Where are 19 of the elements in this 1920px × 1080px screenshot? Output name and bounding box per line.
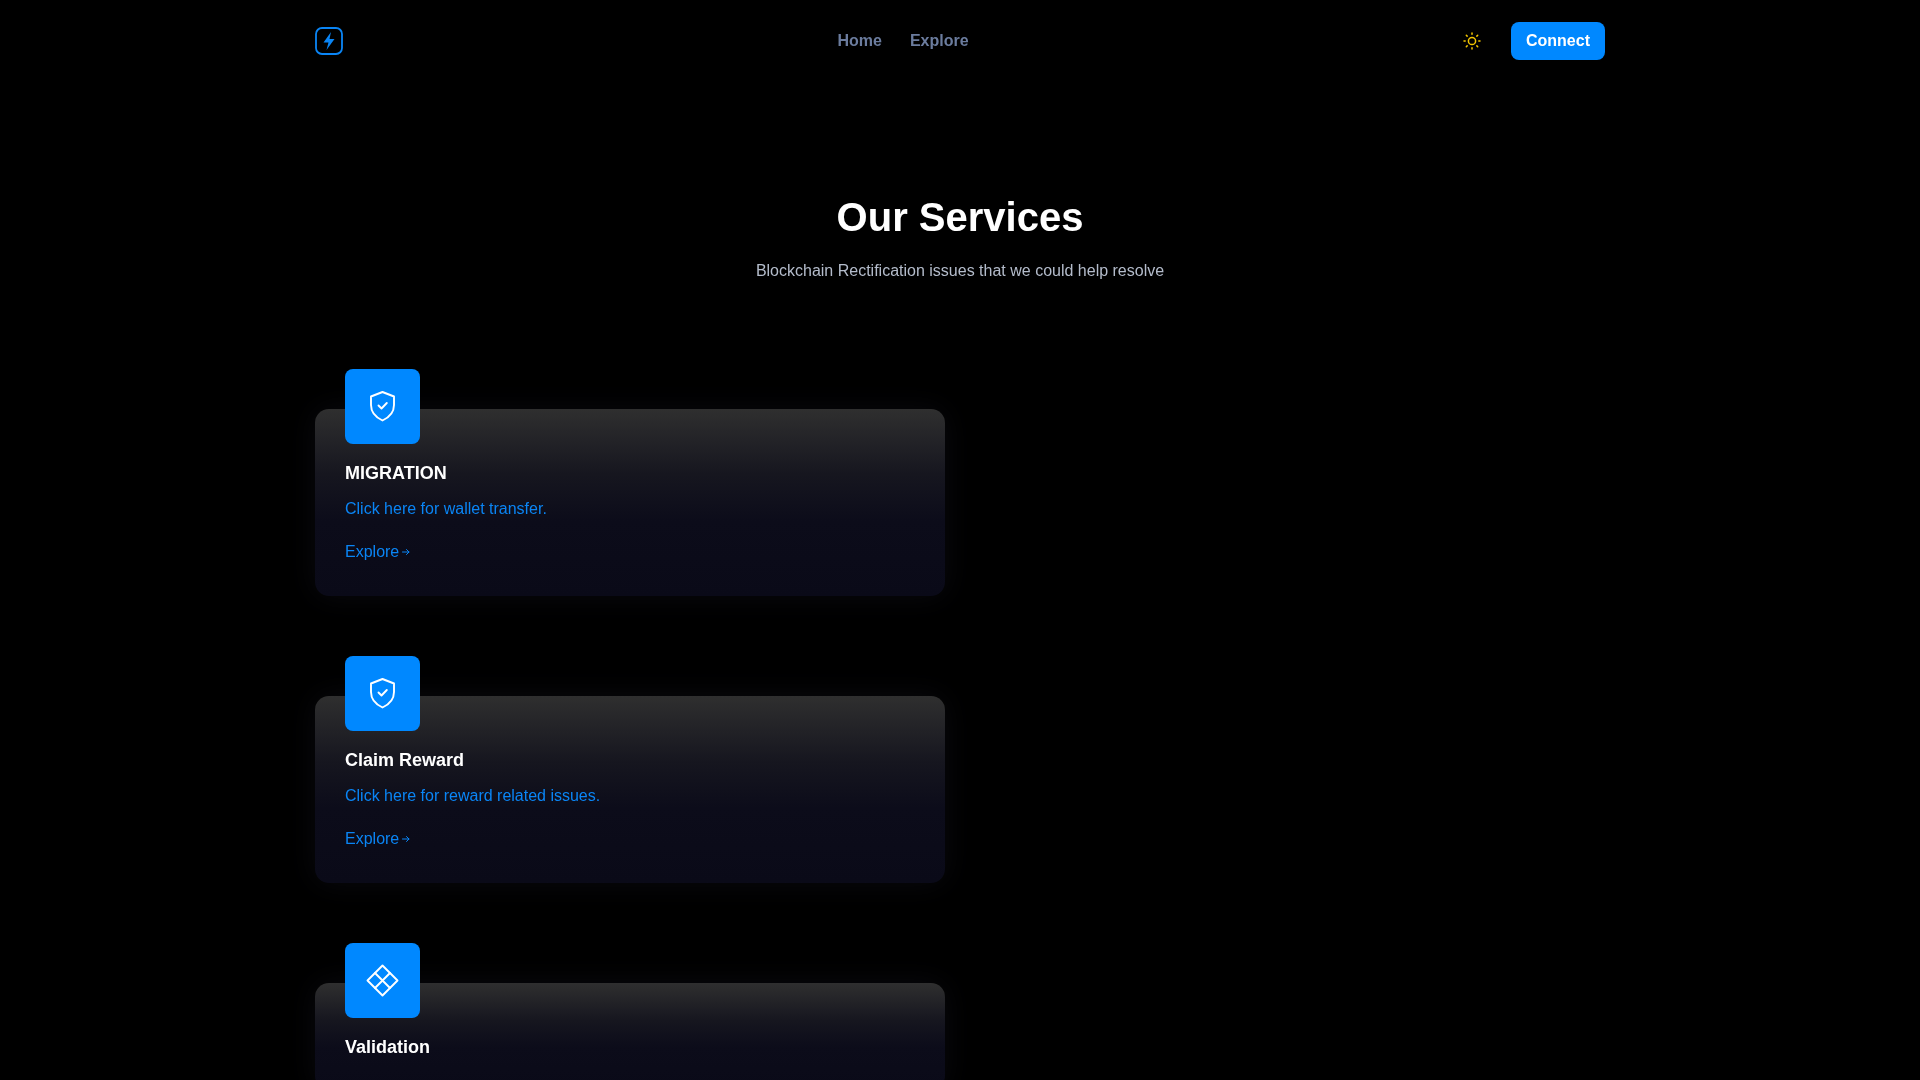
service-description-link[interactable]: Click here for reward related issues. [345, 784, 601, 808]
page-subtitle: Blockchain Rectification issues that we could help resolve [754, 261, 1166, 281]
explore-link[interactable]: Explore [345, 827, 411, 851]
arrow-right-icon [402, 835, 411, 843]
shield-check-icon [345, 369, 420, 444]
shield-check-icon [345, 656, 420, 731]
service-title: Claim Reward [345, 749, 465, 771]
service-title: MIGRATION [345, 462, 447, 484]
connect-button[interactable]: Connect [1511, 22, 1605, 60]
page-title: Our Services [835, 194, 1085, 241]
diamond-grid-icon [345, 943, 420, 1018]
nav-link[interactable]: Home [837, 31, 882, 51]
service-title: Validation [345, 1036, 431, 1058]
service-description-link[interactable]: Click here for wallet transfer. [345, 497, 547, 521]
arrow-right-icon [402, 548, 411, 556]
explore-link[interactable]: Explore [345, 540, 411, 564]
nav-link[interactable]: Explore [909, 31, 969, 51]
lightning-logo-icon[interactable] [315, 27, 343, 55]
sun-icon[interactable] [1463, 32, 1481, 50]
